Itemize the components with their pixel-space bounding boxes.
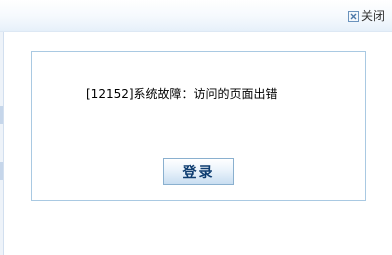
title-bar: 关闭	[0, 0, 392, 32]
error-message: [12152]系统故障：访问的页面出错	[86, 87, 278, 101]
close-icon	[347, 10, 359, 22]
frame-edge-marker	[0, 162, 3, 180]
close-button[interactable]: 关闭	[347, 8, 385, 24]
error-dialog: [12152]系统故障：访问的页面出错 登录	[31, 51, 366, 201]
close-label: 关闭	[360, 9, 385, 23]
login-button[interactable]: 登录	[163, 158, 234, 185]
left-frame-edge	[0, 32, 4, 255]
frame-edge-marker	[0, 106, 3, 124]
